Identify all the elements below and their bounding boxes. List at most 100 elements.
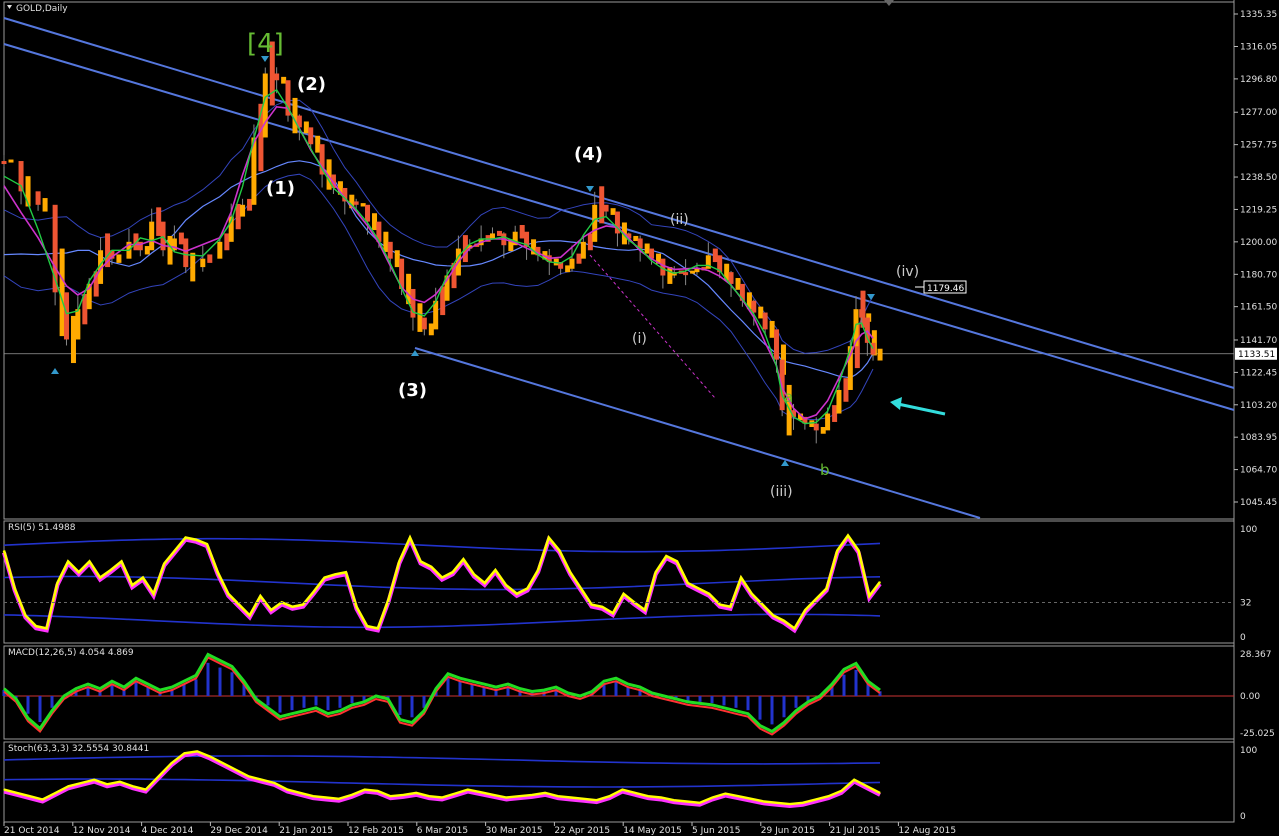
rsi-point — [665, 555, 667, 557]
stoch-point — [802, 802, 804, 804]
rsi-point — [120, 560, 123, 563]
stoch-point — [608, 795, 611, 797]
stoch-point — [467, 789, 469, 791]
rsi-point — [398, 560, 400, 563]
candle-body — [178, 232, 184, 245]
stoch-point — [518, 795, 520, 797]
stoch-point — [325, 796, 327, 799]
pivot-arrow-icon — [411, 350, 419, 356]
macd-histogram-bar — [266, 695, 270, 706]
stoch-point — [866, 785, 868, 787]
candle-body — [877, 348, 883, 361]
rsi-point — [505, 584, 507, 586]
candle-body — [690, 270, 696, 274]
date-tick-label: 21 Oct 2014 — [4, 826, 60, 836]
rsi-point — [526, 587, 529, 590]
candle-body — [116, 254, 122, 263]
candle-body — [224, 233, 230, 251]
rsi-point — [110, 569, 112, 571]
stoch-point — [711, 796, 714, 799]
wave-label: (4) — [574, 144, 603, 165]
price-tick-label: 1316.05 — [1240, 42, 1277, 52]
candle-body — [633, 235, 639, 241]
candle-body — [63, 292, 69, 340]
bollinger-upper-line — [3, 99, 874, 354]
candle-body — [315, 135, 321, 153]
candle-body — [825, 413, 831, 431]
rsi-point — [804, 609, 806, 611]
rsi-point — [24, 614, 26, 617]
stoch-point — [389, 795, 392, 797]
candle-body — [519, 225, 525, 239]
stoch-point — [170, 762, 173, 764]
rsi-band-line-1 — [3, 537, 881, 553]
candle-body — [762, 312, 768, 330]
candle-body — [836, 389, 842, 414]
rsi-point — [3, 550, 5, 552]
stoch-point — [763, 800, 765, 803]
rsi-point — [558, 550, 561, 552]
rsi-point — [259, 595, 261, 597]
price-tick-label: 1103.20 — [1240, 401, 1277, 411]
title-menu-icon — [7, 5, 12, 9]
price-tick-label: 1083.95 — [1240, 433, 1277, 443]
stoch-point — [209, 756, 211, 758]
stoch-point — [583, 798, 585, 800]
stoch-point — [16, 792, 18, 794]
stoch-point — [776, 802, 778, 804]
rsi-point — [334, 573, 336, 575]
candle-body — [859, 309, 865, 318]
price-tick-label: 1161.50 — [1240, 303, 1277, 313]
rsi-point — [313, 591, 315, 593]
rsi-point — [729, 606, 732, 608]
macd-histogram-bar — [206, 662, 210, 696]
price-tick-label: 1200.00 — [1240, 238, 1277, 248]
candle-body — [580, 241, 586, 259]
rsi-point — [676, 560, 678, 563]
candle-body — [667, 267, 673, 284]
macd-histogram-bar — [50, 695, 54, 708]
stoch-point — [273, 782, 276, 784]
candle-body — [758, 306, 764, 319]
date-tick-label: 29 Jun 2015 — [761, 826, 815, 836]
chart-title: GOLD,Daily — [16, 4, 68, 14]
stoch-tick-label: 0 — [1240, 812, 1246, 822]
macd-histogram-bar — [458, 681, 462, 696]
rsi-tick-label: 0 — [1240, 633, 1246, 643]
stoch-point — [261, 779, 263, 781]
candle-body — [217, 241, 223, 259]
date-tick-label: 22 Apr 2015 — [554, 826, 610, 836]
macd-histogram-bar — [770, 695, 774, 725]
candle-body — [274, 73, 280, 81]
rsi-point — [46, 627, 48, 629]
rsi-point — [227, 593, 229, 595]
candle-body — [59, 248, 65, 337]
candle-body — [235, 203, 241, 230]
stoch-point — [724, 792, 727, 795]
stoch-point — [570, 796, 572, 799]
candle-body — [75, 309, 81, 340]
rsi-point — [56, 582, 59, 584]
macd-histogram-bar — [326, 695, 330, 711]
stoch-point — [364, 789, 366, 791]
wave-label: b — [820, 461, 830, 479]
candle-body — [610, 208, 616, 215]
macd-histogram-bar — [230, 672, 234, 696]
candle-body — [167, 235, 173, 265]
price-tick-label: 1219.25 — [1240, 205, 1277, 215]
rsi-point — [879, 581, 881, 583]
rsi-point — [548, 537, 550, 539]
candle-body — [832, 405, 838, 422]
stoch-point — [557, 795, 559, 797]
candle-body — [144, 246, 150, 255]
date-tick-label: 21 Jan 2015 — [279, 826, 333, 836]
macd-histogram-bar — [302, 695, 306, 708]
candle-body — [308, 127, 314, 145]
cyan-arrow-icon — [897, 402, 946, 416]
pivot-arrow-icon — [867, 294, 875, 300]
rsi-point — [323, 577, 326, 579]
rsi-point — [462, 558, 464, 560]
candle-body — [683, 272, 689, 276]
wave-label: (1) — [266, 178, 295, 199]
rsi-point — [601, 606, 603, 608]
